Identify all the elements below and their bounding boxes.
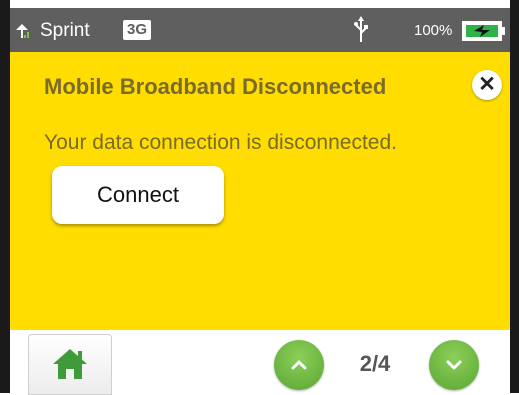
status-message: Your data connection is disconnected. xyxy=(44,131,397,154)
home-button[interactable] xyxy=(28,334,112,395)
signal-icon xyxy=(16,24,29,38)
device-frame-right xyxy=(510,0,519,393)
chevron-down-icon xyxy=(446,360,462,370)
battery-charging-icon xyxy=(462,21,505,41)
panel-title: Mobile Broadband Disconnected xyxy=(44,74,387,99)
home-icon xyxy=(53,349,87,379)
network-type-badge: 3G xyxy=(123,20,152,40)
connect-button[interactable]: Connect xyxy=(52,166,224,224)
usb-icon xyxy=(354,16,368,42)
page-indicator: 2/4 xyxy=(359,351,391,376)
bottom-bar: 2/4 xyxy=(10,330,510,395)
close-button[interactable]: ✕ xyxy=(472,70,502,100)
chevron-up-icon xyxy=(291,360,307,370)
previous-page-button[interactable] xyxy=(274,340,324,390)
device-frame-left xyxy=(0,0,10,393)
status-bar: Sprint 3G 100% xyxy=(10,8,510,52)
carrier-name: Sprint xyxy=(40,20,90,41)
notification-panel: Mobile Broadband Disconnected ✕ Your dat… xyxy=(10,52,510,330)
next-page-button[interactable] xyxy=(429,340,479,390)
battery-percent: 100% xyxy=(414,22,453,39)
